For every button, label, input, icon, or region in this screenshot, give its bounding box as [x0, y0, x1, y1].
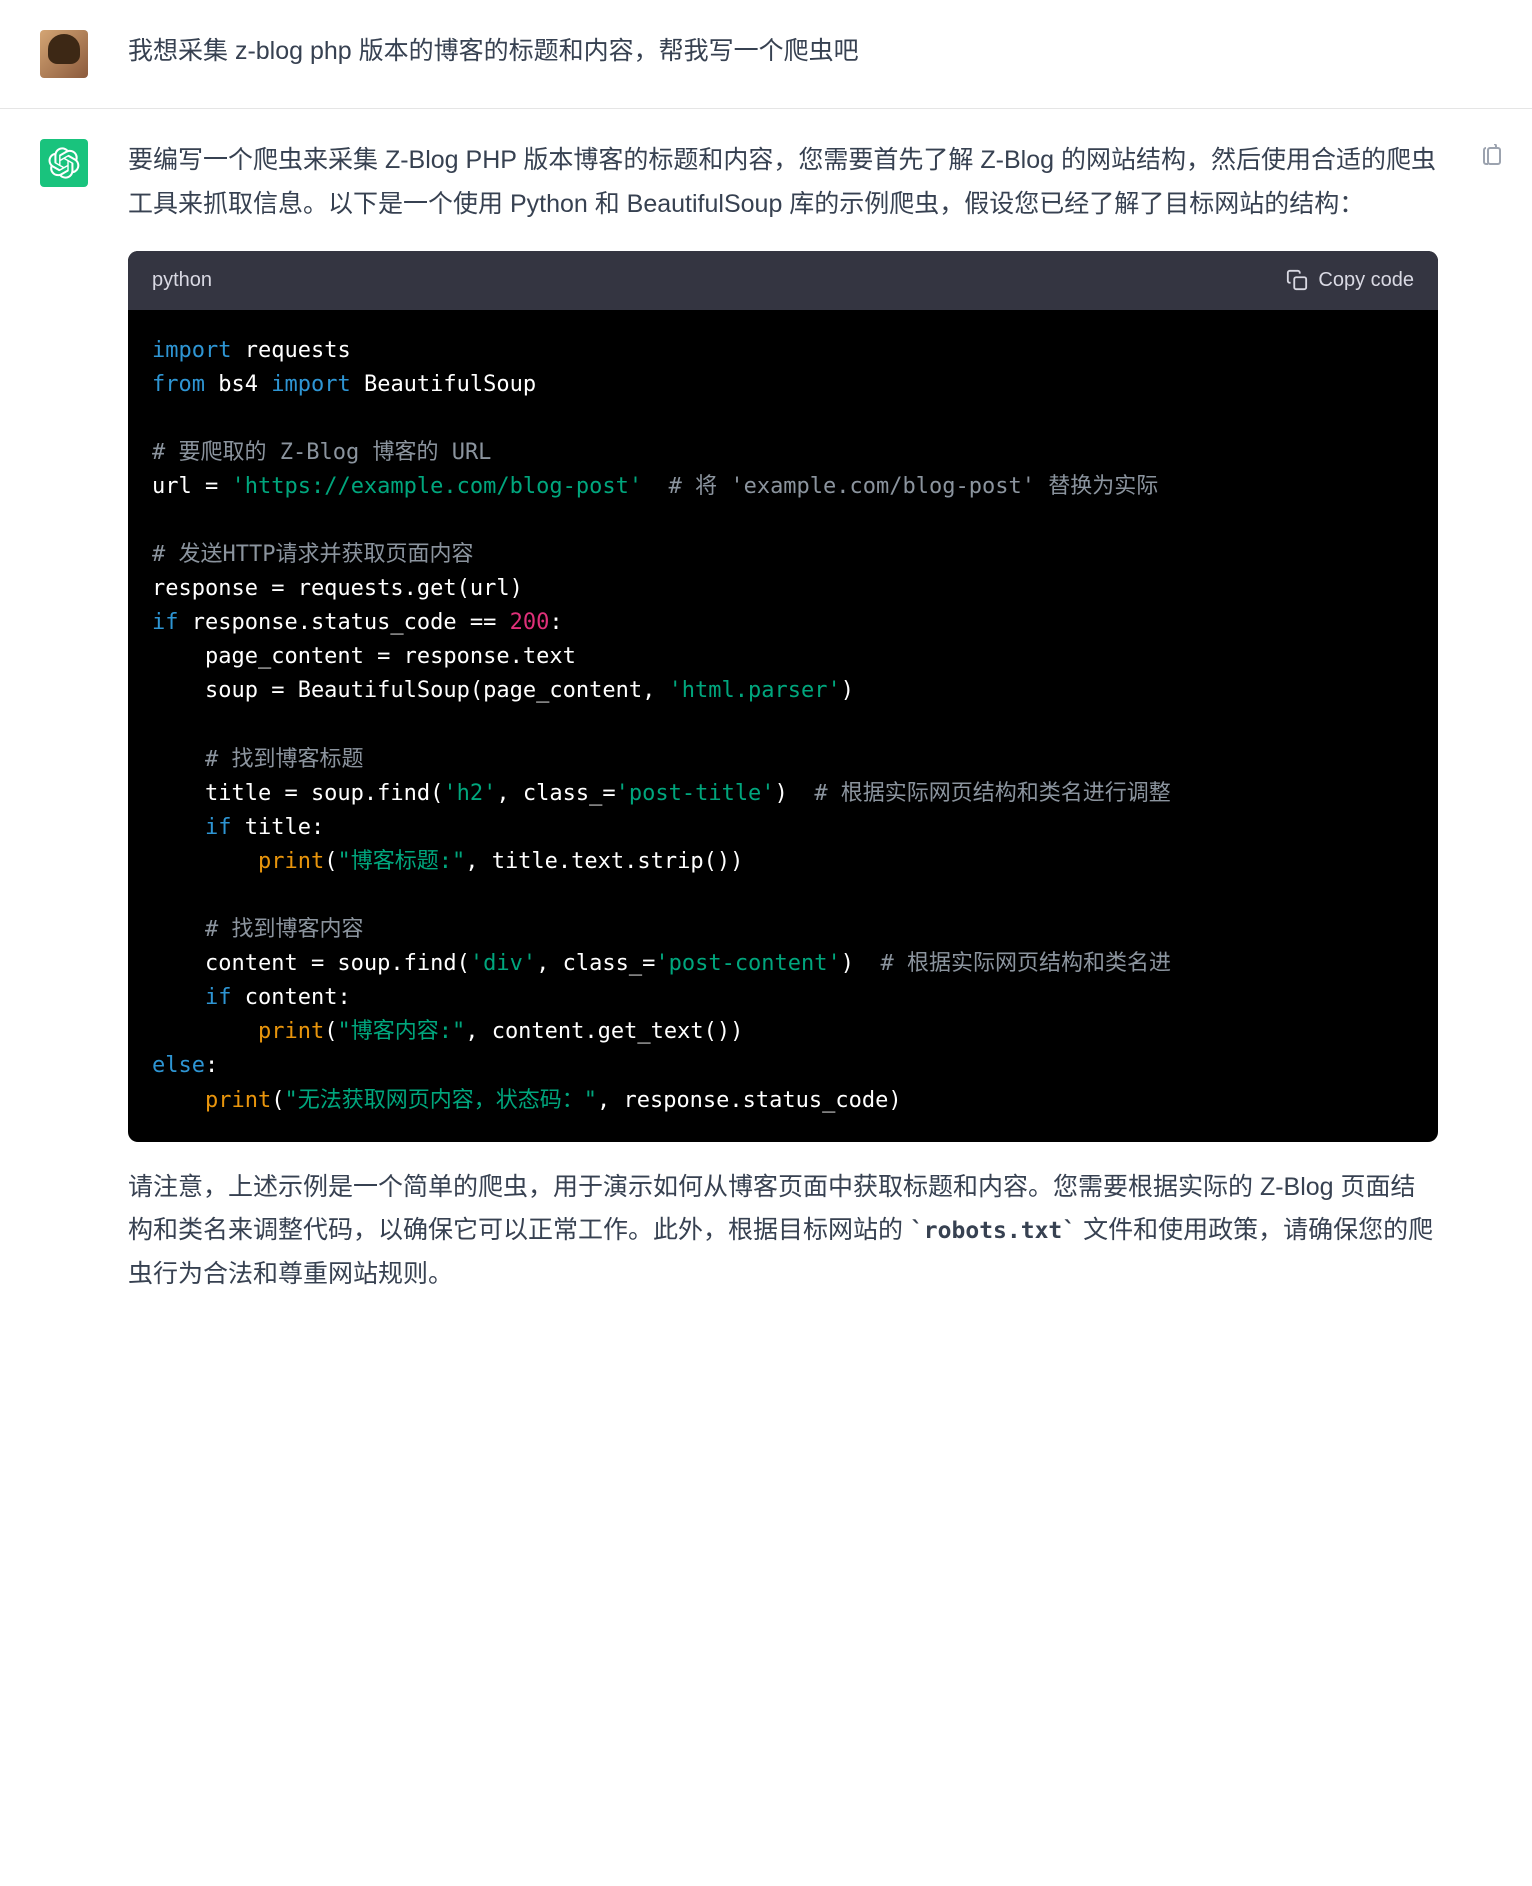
- clipboard-icon: [1480, 144, 1504, 168]
- user-message-text: 我想采集 z-blog php 版本的博客的标题和内容，帮我写一个爬虫吧: [128, 30, 1438, 78]
- clipboard-icon: [1286, 269, 1308, 291]
- copy-code-label: Copy code: [1318, 263, 1414, 298]
- copy-message-button[interactable]: [1480, 139, 1504, 183]
- code-header: python Copy code: [128, 251, 1438, 310]
- code-content[interactable]: import requests from bs4 import Beautifu…: [128, 310, 1438, 1142]
- openai-logo-icon: [48, 147, 80, 179]
- copy-code-button[interactable]: Copy code: [1286, 263, 1414, 298]
- assistant-message-content: 要编写一个爬虫来采集 Z-Blog PHP 版本博客的标题和内容，您需要首先了解…: [128, 139, 1438, 1297]
- code-language-label: python: [152, 263, 212, 298]
- user-message: 我想采集 z-blog php 版本的博客的标题和内容，帮我写一个爬虫吧: [0, 0, 1532, 109]
- assistant-outro: 请注意，上述示例是一个简单的爬虫，用于演示如何从博客页面中获取标题和内容。您需要…: [128, 1166, 1438, 1297]
- assistant-intro-text: 要编写一个爬虫来采集 Z-Blog PHP 版本博客的标题和内容，您需要首先了解…: [128, 139, 1438, 227]
- assistant-avatar: [40, 139, 88, 187]
- assistant-message: 要编写一个爬虫来采集 Z-Blog PHP 版本博客的标题和内容，您需要首先了解…: [0, 109, 1532, 1327]
- code-block: python Copy code import requests from bs…: [128, 251, 1438, 1142]
- user-avatar: [40, 30, 88, 78]
- inline-code-robots: `robots.txt`: [910, 1218, 1076, 1244]
